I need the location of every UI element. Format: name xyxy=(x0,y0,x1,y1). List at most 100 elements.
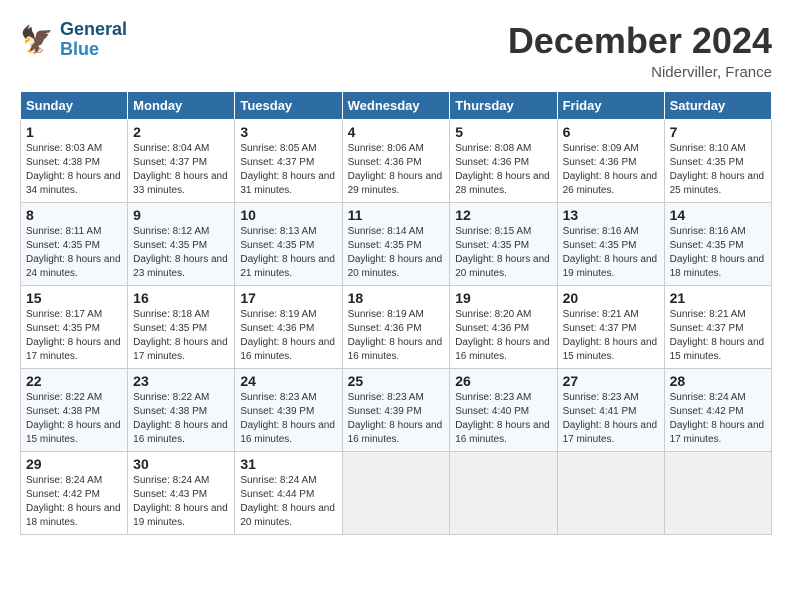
day-number: 24 xyxy=(240,373,336,389)
day-number: 18 xyxy=(348,290,445,306)
day-info: Sunrise: 8:23 AMSunset: 4:39 PMDaylight:… xyxy=(240,392,335,445)
day-info: Sunrise: 8:14 AMSunset: 4:35 PMDaylight:… xyxy=(348,226,443,279)
day-info: Sunrise: 8:12 AMSunset: 4:35 PMDaylight:… xyxy=(133,226,228,279)
table-row: 18 Sunrise: 8:19 AMSunset: 4:36 PMDaylig… xyxy=(342,286,450,369)
empty-cell xyxy=(664,452,771,535)
day-number: 14 xyxy=(670,207,766,223)
day-info: Sunrise: 8:10 AMSunset: 4:35 PMDaylight:… xyxy=(670,143,765,196)
table-row: 7 Sunrise: 8:10 AMSunset: 4:35 PMDayligh… xyxy=(664,120,771,203)
table-row: 9 Sunrise: 8:12 AMSunset: 4:35 PMDayligh… xyxy=(128,203,235,286)
day-number: 21 xyxy=(670,290,766,306)
day-info: Sunrise: 8:19 AMSunset: 4:36 PMDaylight:… xyxy=(240,309,335,362)
table-row: 25 Sunrise: 8:23 AMSunset: 4:39 PMDaylig… xyxy=(342,369,450,452)
day-number: 31 xyxy=(240,456,336,472)
table-row: 13 Sunrise: 8:16 AMSunset: 4:35 PMDaylig… xyxy=(557,203,664,286)
day-info: Sunrise: 8:05 AMSunset: 4:37 PMDaylight:… xyxy=(240,143,335,196)
day-info: Sunrise: 8:16 AMSunset: 4:35 PMDaylight:… xyxy=(563,226,658,279)
day-number: 15 xyxy=(26,290,122,306)
logo-bird-icon: 🦅 xyxy=(20,22,56,58)
calendar-table: Sunday Monday Tuesday Wednesday Thursday… xyxy=(20,91,772,535)
day-number: 28 xyxy=(670,373,766,389)
table-row: 6 Sunrise: 8:09 AMSunset: 4:36 PMDayligh… xyxy=(557,120,664,203)
day-info: Sunrise: 8:17 AMSunset: 4:35 PMDaylight:… xyxy=(26,309,121,362)
logo: 🦅 General Blue xyxy=(20,20,127,60)
day-number: 16 xyxy=(133,290,229,306)
day-info: Sunrise: 8:13 AMSunset: 4:35 PMDaylight:… xyxy=(240,226,335,279)
day-number: 2 xyxy=(133,124,229,140)
day-number: 6 xyxy=(563,124,659,140)
day-info: Sunrise: 8:06 AMSunset: 4:36 PMDaylight:… xyxy=(348,143,443,196)
table-row: 23 Sunrise: 8:22 AMSunset: 4:38 PMDaylig… xyxy=(128,369,235,452)
day-number: 19 xyxy=(455,290,551,306)
calendar-week-row: 22 Sunrise: 8:22 AMSunset: 4:38 PMDaylig… xyxy=(21,369,772,452)
location-text: Niderviller, France xyxy=(508,64,772,81)
calendar-week-row: 8 Sunrise: 8:11 AMSunset: 4:35 PMDayligh… xyxy=(21,203,772,286)
day-number: 29 xyxy=(26,456,122,472)
table-row: 16 Sunrise: 8:18 AMSunset: 4:35 PMDaylig… xyxy=(128,286,235,369)
day-info: Sunrise: 8:23 AMSunset: 4:39 PMDaylight:… xyxy=(348,392,443,445)
title-area: December 2024 Niderviller, France xyxy=(508,20,772,81)
table-row: 26 Sunrise: 8:23 AMSunset: 4:40 PMDaylig… xyxy=(450,369,557,452)
day-number: 25 xyxy=(348,373,445,389)
table-row: 17 Sunrise: 8:19 AMSunset: 4:36 PMDaylig… xyxy=(235,286,342,369)
table-row: 11 Sunrise: 8:14 AMSunset: 4:35 PMDaylig… xyxy=(342,203,450,286)
day-number: 5 xyxy=(455,124,551,140)
col-sunday: Sunday xyxy=(21,92,128,120)
col-monday: Monday xyxy=(128,92,235,120)
day-info: Sunrise: 8:23 AMSunset: 4:40 PMDaylight:… xyxy=(455,392,550,445)
day-number: 17 xyxy=(240,290,336,306)
table-row: 29 Sunrise: 8:24 AMSunset: 4:42 PMDaylig… xyxy=(21,452,128,535)
day-number: 8 xyxy=(26,207,122,223)
logo-blue-text: Blue xyxy=(60,40,127,60)
calendar-week-row: 29 Sunrise: 8:24 AMSunset: 4:42 PMDaylig… xyxy=(21,452,772,535)
table-row: 31 Sunrise: 8:24 AMSunset: 4:44 PMDaylig… xyxy=(235,452,342,535)
month-title: December 2024 xyxy=(508,20,772,62)
day-info: Sunrise: 8:24 AMSunset: 4:43 PMDaylight:… xyxy=(133,475,228,528)
day-info: Sunrise: 8:04 AMSunset: 4:37 PMDaylight:… xyxy=(133,143,228,196)
empty-cell xyxy=(342,452,450,535)
day-number: 7 xyxy=(670,124,766,140)
day-info: Sunrise: 8:15 AMSunset: 4:35 PMDaylight:… xyxy=(455,226,550,279)
table-row: 4 Sunrise: 8:06 AMSunset: 4:36 PMDayligh… xyxy=(342,120,450,203)
day-number: 11 xyxy=(348,207,445,223)
table-row: 1 Sunrise: 8:03 AMSunset: 4:38 PMDayligh… xyxy=(21,120,128,203)
day-info: Sunrise: 8:21 AMSunset: 4:37 PMDaylight:… xyxy=(563,309,658,362)
table-row: 24 Sunrise: 8:23 AMSunset: 4:39 PMDaylig… xyxy=(235,369,342,452)
day-number: 23 xyxy=(133,373,229,389)
day-number: 27 xyxy=(563,373,659,389)
day-info: Sunrise: 8:20 AMSunset: 4:36 PMDaylight:… xyxy=(455,309,550,362)
day-info: Sunrise: 8:08 AMSunset: 4:36 PMDaylight:… xyxy=(455,143,550,196)
table-row: 28 Sunrise: 8:24 AMSunset: 4:42 PMDaylig… xyxy=(664,369,771,452)
calendar-week-row: 1 Sunrise: 8:03 AMSunset: 4:38 PMDayligh… xyxy=(21,120,772,203)
table-row: 15 Sunrise: 8:17 AMSunset: 4:35 PMDaylig… xyxy=(21,286,128,369)
day-info: Sunrise: 8:18 AMSunset: 4:35 PMDaylight:… xyxy=(133,309,228,362)
table-row: 14 Sunrise: 8:16 AMSunset: 4:35 PMDaylig… xyxy=(664,203,771,286)
day-number: 20 xyxy=(563,290,659,306)
table-row: 30 Sunrise: 8:24 AMSunset: 4:43 PMDaylig… xyxy=(128,452,235,535)
table-row: 5 Sunrise: 8:08 AMSunset: 4:36 PMDayligh… xyxy=(450,120,557,203)
col-wednesday: Wednesday xyxy=(342,92,450,120)
empty-cell xyxy=(557,452,664,535)
table-row: 2 Sunrise: 8:04 AMSunset: 4:37 PMDayligh… xyxy=(128,120,235,203)
day-number: 22 xyxy=(26,373,122,389)
day-info: Sunrise: 8:16 AMSunset: 4:35 PMDaylight:… xyxy=(670,226,765,279)
svg-text:🦅: 🦅 xyxy=(20,23,54,55)
table-row: 10 Sunrise: 8:13 AMSunset: 4:35 PMDaylig… xyxy=(235,203,342,286)
calendar-header-row: Sunday Monday Tuesday Wednesday Thursday… xyxy=(21,92,772,120)
day-info: Sunrise: 8:24 AMSunset: 4:44 PMDaylight:… xyxy=(240,475,335,528)
table-row: 12 Sunrise: 8:15 AMSunset: 4:35 PMDaylig… xyxy=(450,203,557,286)
day-info: Sunrise: 8:23 AMSunset: 4:41 PMDaylight:… xyxy=(563,392,658,445)
day-number: 9 xyxy=(133,207,229,223)
day-info: Sunrise: 8:19 AMSunset: 4:36 PMDaylight:… xyxy=(348,309,443,362)
day-info: Sunrise: 8:22 AMSunset: 4:38 PMDaylight:… xyxy=(26,392,121,445)
day-number: 1 xyxy=(26,124,122,140)
table-row: 19 Sunrise: 8:20 AMSunset: 4:36 PMDaylig… xyxy=(450,286,557,369)
logo-general-text: General xyxy=(60,20,127,40)
table-row: 27 Sunrise: 8:23 AMSunset: 4:41 PMDaylig… xyxy=(557,369,664,452)
table-row: 22 Sunrise: 8:22 AMSunset: 4:38 PMDaylig… xyxy=(21,369,128,452)
col-thursday: Thursday xyxy=(450,92,557,120)
col-friday: Friday xyxy=(557,92,664,120)
table-row: 21 Sunrise: 8:21 AMSunset: 4:37 PMDaylig… xyxy=(664,286,771,369)
day-info: Sunrise: 8:22 AMSunset: 4:38 PMDaylight:… xyxy=(133,392,228,445)
table-row: 8 Sunrise: 8:11 AMSunset: 4:35 PMDayligh… xyxy=(21,203,128,286)
